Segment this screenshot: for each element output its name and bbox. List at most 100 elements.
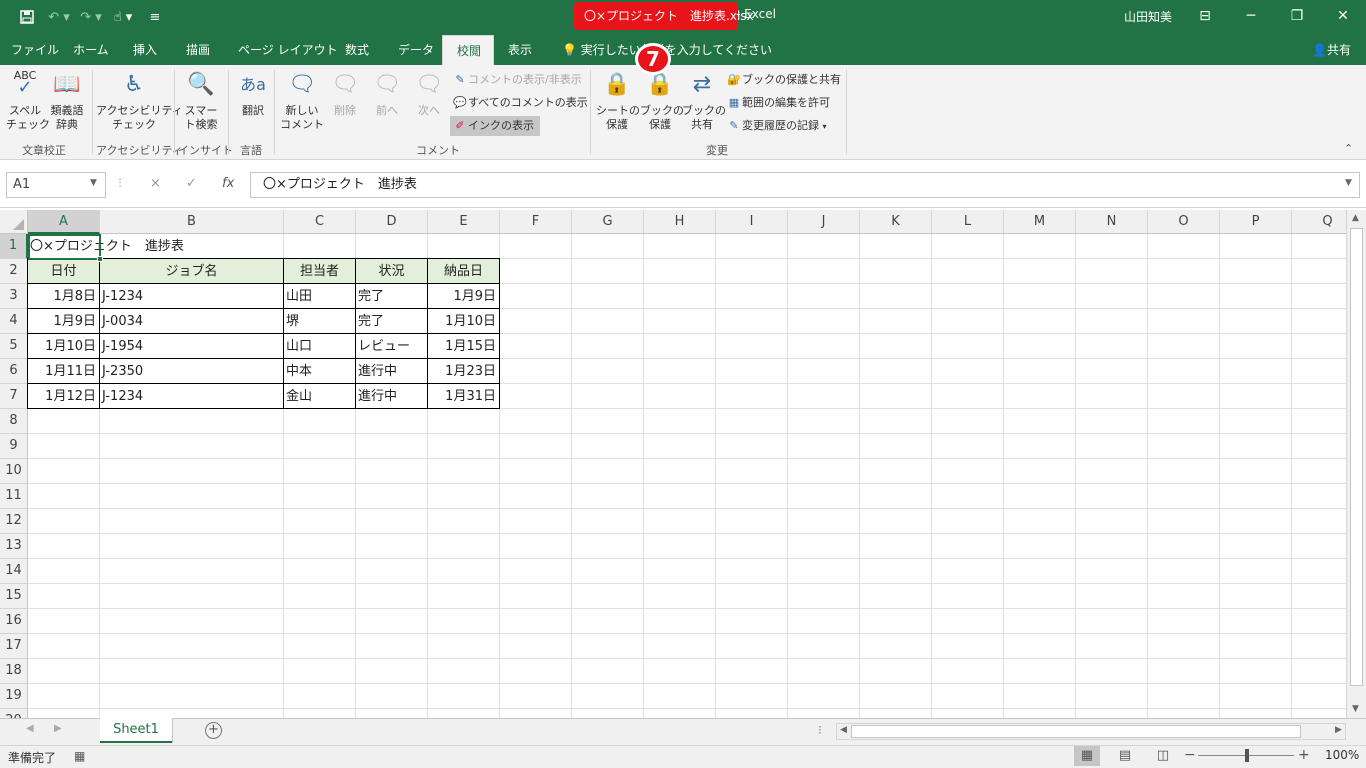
share-workbook-button[interactable]: ⇄ ブックの 共有 <box>682 70 726 132</box>
zoom-in-icon[interactable]: + <box>1298 747 1310 763</box>
row-header-16[interactable]: 16 <box>0 609 28 634</box>
share-button[interactable]: 👤共有 <box>1312 41 1351 58</box>
expand-formula-bar-icon[interactable]: ▼ <box>1345 178 1352 188</box>
insert-function-icon[interactable]: fx <box>222 176 234 191</box>
table-cell[interactable]: 山口 <box>284 334 355 359</box>
select-all-button[interactable] <box>0 210 28 234</box>
table-header-cell[interactable]: 納品日 <box>428 259 499 284</box>
table-cell[interactable]: 1月10日 <box>428 309 499 334</box>
delete-comment-button[interactable]: 🗨 削除 <box>326 70 364 118</box>
row-header-5[interactable]: 5 <box>0 334 28 359</box>
table-cell[interactable]: 1月11日 <box>28 359 99 384</box>
table-cell[interactable]: 完了 <box>356 309 427 334</box>
row-header-20[interactable]: 20 <box>0 709 28 718</box>
fill-handle[interactable] <box>97 256 103 262</box>
previous-comment-button[interactable]: 🗨 前へ <box>368 70 406 118</box>
tab-draw[interactable]: 描画 <box>186 41 210 58</box>
table-cell[interactable]: 1月9日 <box>428 284 499 309</box>
close-icon[interactable]: ✕ <box>1320 4 1366 28</box>
minimize-icon[interactable]: ─ <box>1228 4 1274 28</box>
page-layout-view-icon[interactable]: ▤ <box>1112 746 1138 766</box>
table-cell[interactable]: 堺 <box>284 309 355 334</box>
prev-sheet-icon[interactable]: ◀ <box>26 723 34 734</box>
column-header-k[interactable]: K <box>860 210 932 234</box>
accessibility-check-button[interactable]: ♿ アクセシビリティ チェック <box>96 70 183 132</box>
customize-qat-icon[interactable]: ≡ <box>142 7 168 27</box>
enter-icon[interactable]: ✓ <box>186 176 197 191</box>
row-header-2[interactable]: 2 <box>0 259 28 284</box>
table-header-cell[interactable]: 状況 <box>356 259 427 284</box>
column-header-p[interactable]: P <box>1220 210 1292 234</box>
macro-record-icon[interactable]: ▦ <box>74 749 85 763</box>
row-header-1[interactable]: 1 <box>0 234 28 259</box>
smart-lookup-button[interactable]: 🔍 スマー ト検索 <box>180 70 222 132</box>
row-header-17[interactable]: 17 <box>0 634 28 659</box>
table-cell[interactable]: 完了 <box>356 284 427 309</box>
spelling-button[interactable]: ABC ✓ スペル チェック <box>6 70 50 132</box>
table-cell[interactable]: J-1234 <box>100 284 283 309</box>
chevron-down-icon[interactable]: ▼ <box>90 178 97 188</box>
row-header-10[interactable]: 10 <box>0 459 28 484</box>
table-cell[interactable]: 1月23日 <box>428 359 499 384</box>
row-header-15[interactable]: 15 <box>0 584 28 609</box>
allow-edit-ranges-button[interactable]: ▦ 範囲の編集を許可 <box>726 93 830 113</box>
row-header-4[interactable]: 4 <box>0 309 28 334</box>
cancel-icon[interactable]: × <box>150 176 161 191</box>
restore-icon[interactable]: ❐ <box>1274 4 1320 28</box>
row-header-18[interactable]: 18 <box>0 659 28 684</box>
scroll-left-icon[interactable]: ◀ <box>840 725 847 735</box>
tab-formulas[interactable]: 数式 <box>345 41 369 58</box>
user-name[interactable]: 山田知美 <box>1124 8 1172 25</box>
save-icon[interactable] <box>14 7 40 27</box>
next-comment-button[interactable]: 🗨 次へ <box>410 70 448 118</box>
row-header-7[interactable]: 7 <box>0 384 28 409</box>
tab-view[interactable]: 表示 <box>508 41 532 58</box>
protect-sheet-button[interactable]: 🔒 シートの 保護 <box>596 70 640 132</box>
row-header-3[interactable]: 3 <box>0 284 28 309</box>
redo-icon[interactable]: ↷ ▾ <box>78 7 104 27</box>
zoom-slider-knob[interactable] <box>1245 749 1249 762</box>
table-cell[interactable]: 1月12日 <box>28 384 99 409</box>
row-header-19[interactable]: 19 <box>0 684 28 709</box>
new-comment-button[interactable]: 🗨 新しい コメント <box>280 70 324 132</box>
column-header-g[interactable]: G <box>572 210 644 234</box>
row-header-12[interactable]: 12 <box>0 509 28 534</box>
table-cell[interactable]: 1月31日 <box>428 384 499 409</box>
normal-view-icon[interactable]: ▦ <box>1074 746 1100 766</box>
tab-home[interactable]: ホーム <box>73 41 109 58</box>
column-header-e[interactable]: E <box>428 210 500 234</box>
row-header-6[interactable]: 6 <box>0 359 28 384</box>
table-cell[interactable]: 進行中 <box>356 359 427 384</box>
vertical-scrollbar[interactable]: ▲ ▼ <box>1346 210 1366 718</box>
collapse-ribbon-icon[interactable]: ⌃ <box>1344 142 1353 155</box>
table-header-cell[interactable]: 担当者 <box>284 259 355 284</box>
tab-review[interactable]: 校閲 <box>442 35 494 66</box>
translate-button[interactable]: あa 翻訳 <box>234 70 272 118</box>
column-header-b[interactable]: B <box>100 210 284 234</box>
sheet-tab-sheet1[interactable]: Sheet1 <box>100 718 172 743</box>
column-header-q[interactable]: Q <box>1292 210 1346 234</box>
thesaurus-button[interactable]: 📖 類義語 辞典 <box>46 70 88 132</box>
table-cell[interactable]: 1月8日 <box>28 284 99 309</box>
column-header-j[interactable]: J <box>788 210 860 234</box>
zoom-out-icon[interactable]: − <box>1184 747 1196 763</box>
tab-data[interactable]: データ <box>398 41 434 58</box>
cell-a1-title[interactable]: 〇×プロジェクト 進捗表 <box>28 234 328 259</box>
column-header-l[interactable]: L <box>932 210 1004 234</box>
track-changes-button[interactable]: ✎ 変更履歴の記録 ▾ <box>726 116 826 136</box>
undo-icon[interactable]: ↶ ▾ <box>46 7 72 27</box>
table-cell[interactable]: 中本 <box>284 359 355 384</box>
horizontal-scroll-thumb[interactable] <box>851 725 1301 738</box>
page-break-view-icon[interactable]: ◫ <box>1150 746 1176 766</box>
formula-input[interactable]: 〇×プロジェクト 進捗表 <box>250 172 1360 198</box>
table-cell[interactable]: 進行中 <box>356 384 427 409</box>
horizontal-scrollbar[interactable]: ◀ ▶ <box>836 723 1346 740</box>
show-hide-comment-button[interactable]: ✎ コメントの表示/非表示 <box>452 70 581 90</box>
column-header-n[interactable]: N <box>1076 210 1148 234</box>
row-header-13[interactable]: 13 <box>0 534 28 559</box>
add-sheet-icon[interactable]: + <box>205 722 222 739</box>
zoom-level[interactable]: 100% <box>1325 748 1359 762</box>
column-header-o[interactable]: O <box>1148 210 1220 234</box>
table-cell[interactable]: J-2350 <box>100 359 283 384</box>
ribbon-display-options-icon[interactable]: ⊟ <box>1182 4 1228 28</box>
